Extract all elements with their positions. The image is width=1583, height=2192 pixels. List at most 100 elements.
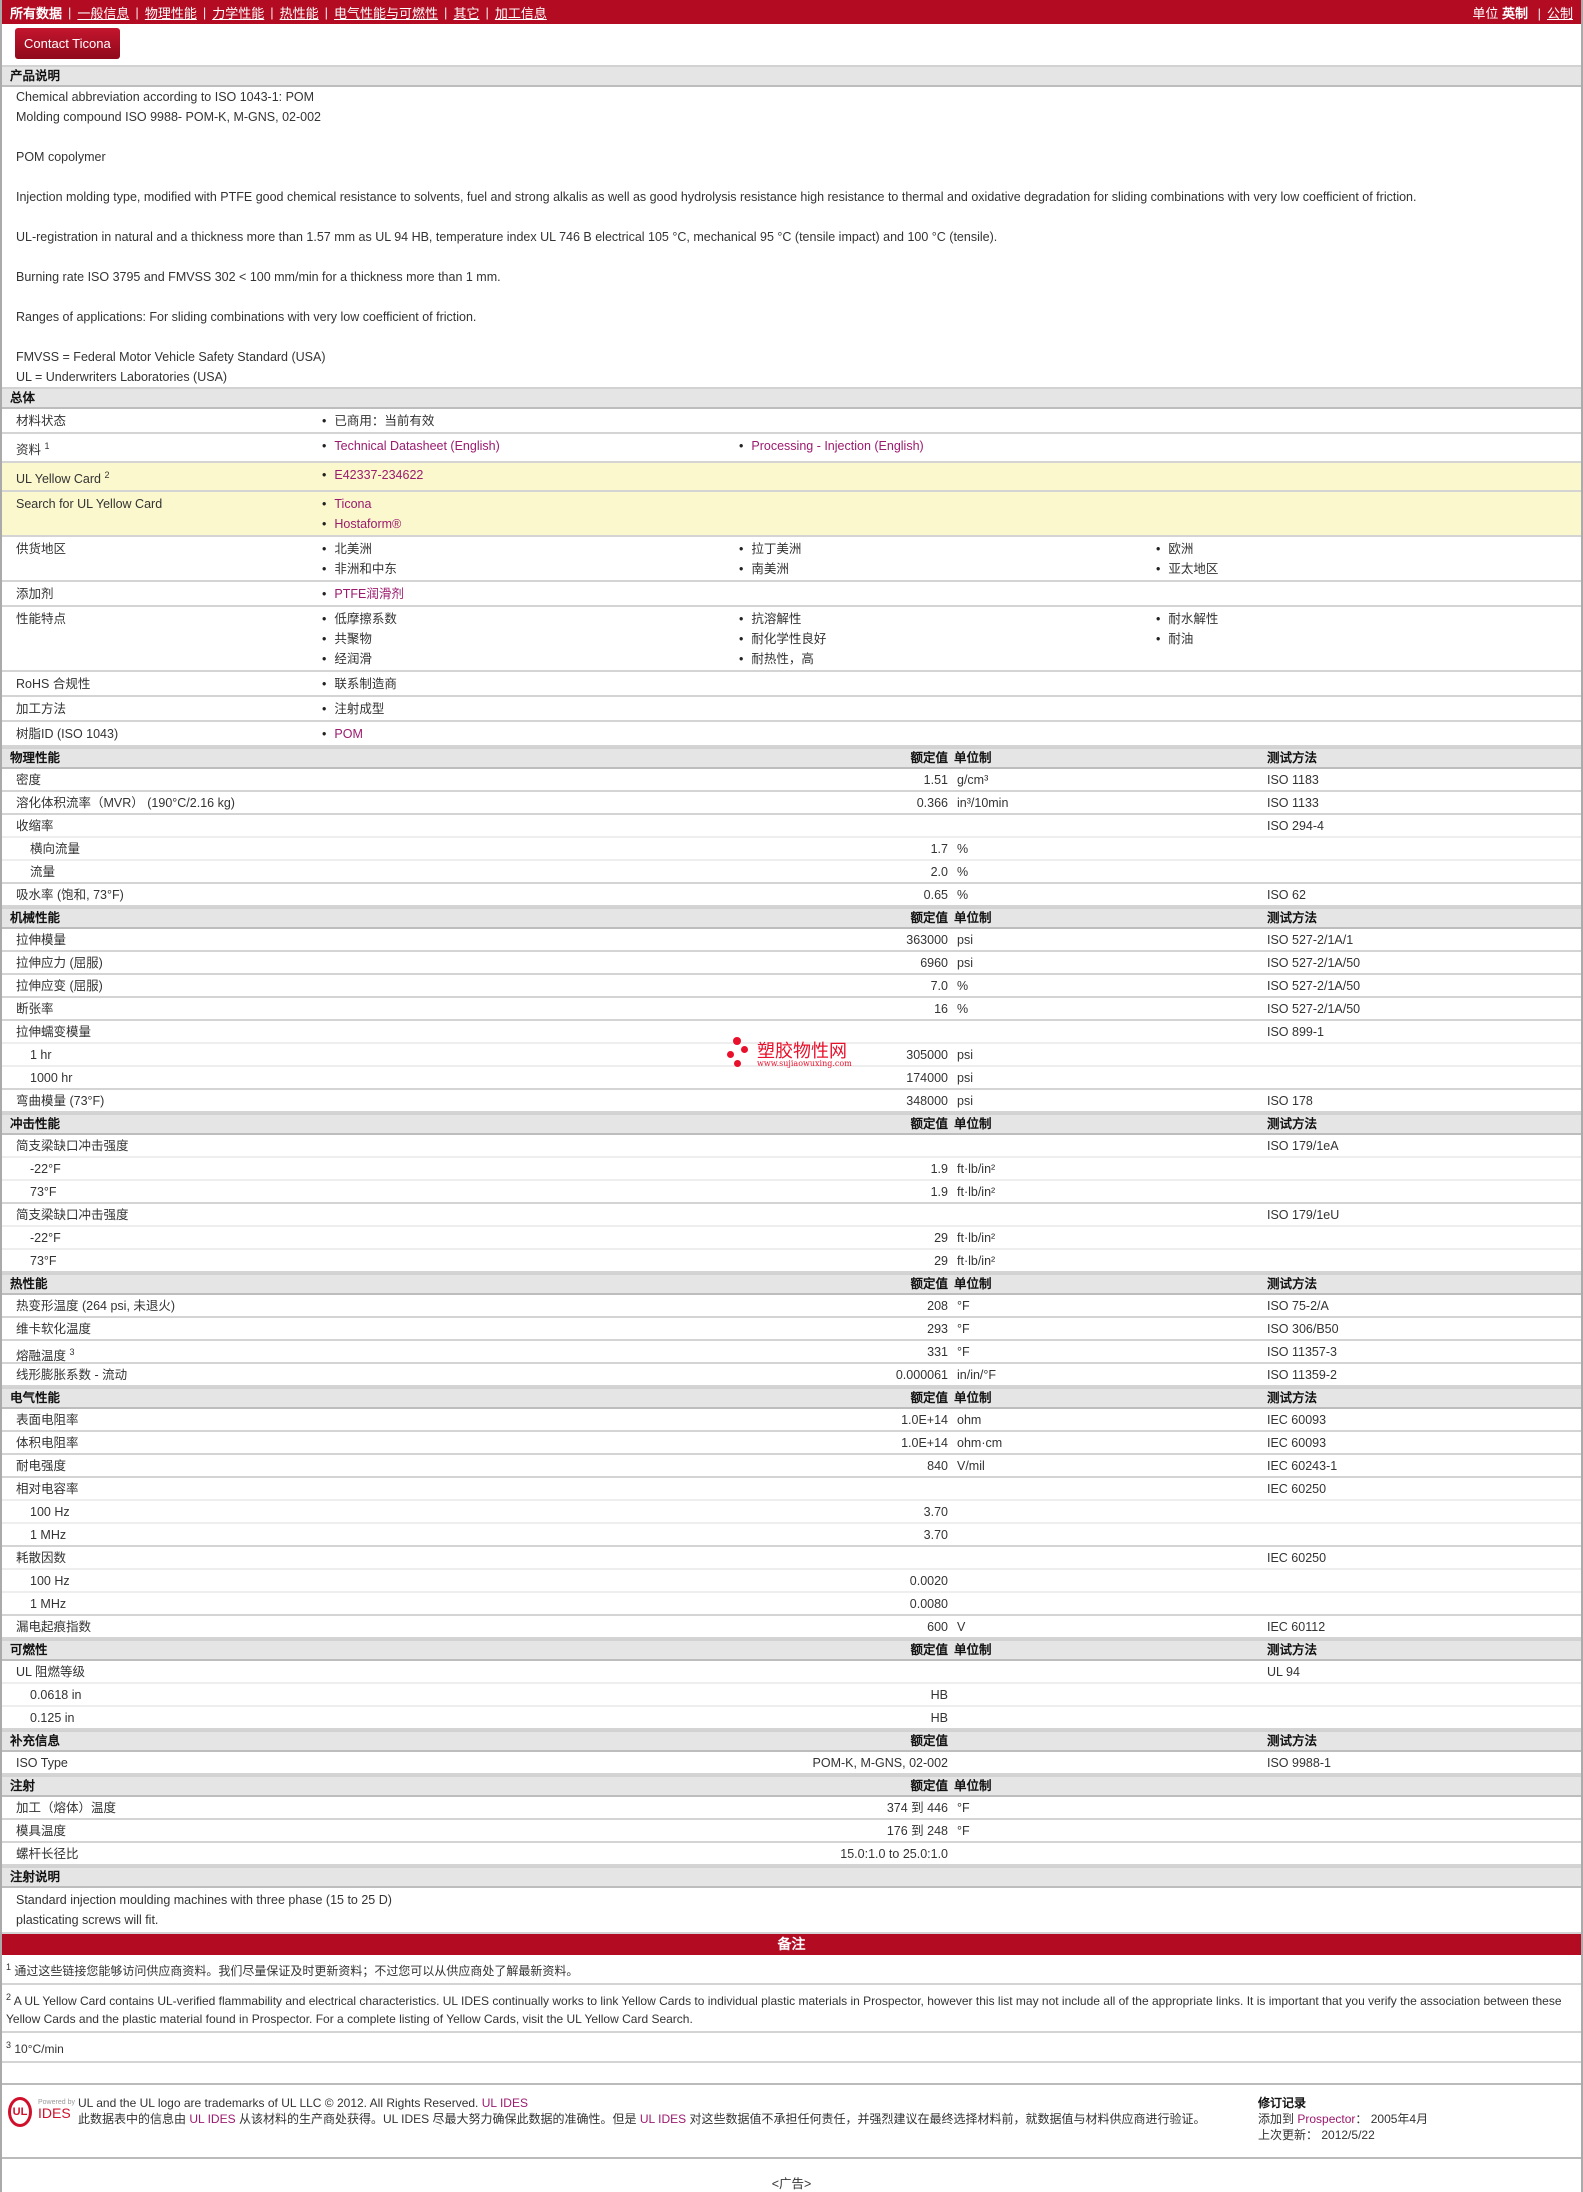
nav-tab[interactable]: 电气性能与可燃性	[334, 3, 438, 22]
nav-tab[interactable]: 加工信息	[495, 3, 547, 22]
property-unit: %	[957, 1002, 969, 1017]
table-row: 模具温度 176 到 248 °F	[2, 1820, 1581, 1844]
updated-label: 上次更新：	[1258, 2128, 1319, 2143]
ul-ides-link[interactable]: UL IDES	[640, 2112, 686, 2126]
label-text: 维卡软化温度	[16, 1322, 92, 1337]
list-item: 亚太地区	[1156, 559, 1573, 579]
property-label: 表面电阻率	[16, 1410, 79, 1430]
label-text: 供货地区	[16, 542, 67, 557]
nav-tab[interactable]: 其它	[453, 3, 479, 22]
list-item: 耐油	[1156, 629, 1573, 649]
list-item-link[interactable]: POM	[334, 727, 362, 741]
list-item: 已商用：当前有效	[322, 411, 739, 431]
general-column: 低摩擦系数共聚物经润滑	[322, 609, 739, 669]
footnote-ref[interactable]: 2	[105, 470, 110, 480]
general-row-label: 资料 1	[2, 436, 322, 460]
property-label: -22°F	[30, 1159, 61, 1179]
property-label: 溶化体积流率（MVR） (190°C/2.16 kg)	[16, 793, 235, 813]
contact-ticona-button[interactable]: Contact Ticona	[15, 28, 120, 59]
nav-tab[interactable]: 热性能	[280, 3, 319, 22]
property-unit: psi	[957, 933, 973, 948]
unit-english[interactable]: 英制	[1502, 6, 1528, 21]
list-item-link[interactable]: Hostaform®	[334, 517, 401, 531]
label-text: 材料状态	[16, 414, 67, 428]
property-label: -22°F	[30, 1228, 61, 1248]
description-line	[16, 167, 1567, 187]
table-row: 拉伸蠕变模量 ISO 899-1	[2, 1021, 1581, 1045]
property-unit: in/in/°F	[957, 1368, 997, 1383]
list-item: 非洲和中东	[322, 559, 739, 579]
label-text: 添加剂	[16, 587, 54, 602]
list-item: 联系制造商	[322, 674, 739, 694]
table-row: -22°F 29 ft·lb/in²	[2, 1227, 1581, 1251]
general-row-label: 树脂ID (ISO 1043)	[2, 724, 322, 744]
nav-tab[interactable]: 力学性能	[212, 3, 264, 22]
section-header-injection-notes: 注射说明	[2, 1866, 1581, 1889]
section-header-description: 产品说明	[2, 65, 1581, 87]
property-label: 73°F	[30, 1182, 57, 1202]
list-item-link[interactable]: Ticona	[334, 497, 371, 511]
ad-label[interactable]: <广告>	[2, 2159, 1581, 2192]
label-text: 螺杆长径比	[16, 1847, 79, 1862]
footnote-ref[interactable]: 3	[70, 1347, 75, 1357]
note-text: A UL Yellow Card contains UL-verified fl…	[6, 1994, 1562, 2027]
divider: |	[444, 4, 448, 20]
property-label: 横向流量	[30, 839, 80, 859]
property-label: 73°F	[30, 1251, 57, 1271]
list-item-link[interactable]: Technical Datasheet (English)	[334, 439, 499, 453]
general-row-label: UL Yellow Card 2	[2, 465, 322, 489]
ul-ides-link[interactable]: UL IDES	[189, 2112, 235, 2126]
label-text: 73°F	[30, 1185, 57, 1200]
list-item-text: 南美洲	[751, 562, 789, 577]
general-row: UL Yellow Card 2 E42337-234622	[2, 463, 1581, 493]
list-item-link[interactable]: Processing - Injection (English)	[751, 439, 923, 453]
list-item-text: 抗溶解性	[751, 612, 802, 627]
property-label: 拉伸蠕变模量	[16, 1022, 91, 1042]
test-method: ISO 294-4	[1267, 819, 1324, 834]
test-method: IEC 60093	[1267, 1436, 1327, 1451]
property-label: 体积电阻率	[16, 1433, 79, 1453]
test-method: ISO 178	[1267, 1094, 1313, 1109]
unit-metric-link[interactable]: 公制	[1547, 6, 1573, 21]
nav-tab[interactable]: 所有数据	[10, 3, 62, 22]
general-table: 材料状态 已商用：当前有效资料 1 Technical Datasheet (Eng…	[2, 409, 1581, 748]
footnote-number: 2	[6, 1992, 12, 2003]
nav-tab[interactable]: 物理性能	[145, 3, 197, 22]
list-item-text: 非洲和中东	[334, 562, 397, 577]
description-line: Ranges of applications: For sliding comb…	[16, 310, 477, 324]
prospector-link[interactable]: Prospector	[1297, 2112, 1355, 2126]
description-line: UL = Underwriters Laboratories (USA)	[16, 370, 228, 384]
general-row: 资料 1 Technical Datasheet (English) Process…	[2, 434, 1581, 464]
table-row: 收缩率 ISO 294-4	[2, 815, 1581, 839]
label-text: 横向流量	[30, 842, 81, 857]
property-unit: °F	[957, 1824, 970, 1839]
list-item: 耐热性，高	[739, 649, 1156, 669]
nav-tab[interactable]: 一般信息	[77, 3, 129, 22]
list-item: 南美洲	[739, 559, 1156, 579]
list-item-text: 耐热性，高	[751, 652, 814, 667]
divider: |	[68, 4, 72, 20]
general-row-label: Search for UL Yellow Card	[2, 494, 322, 534]
list-item-link[interactable]: E42337-234622	[334, 468, 423, 482]
property-value: 6960	[920, 956, 948, 971]
list-item-text: 拉丁美洲	[751, 542, 802, 557]
test-method: IEC 60243-1	[1267, 1459, 1338, 1474]
units-label: 单位	[1472, 5, 1499, 21]
table-row: 热变形温度 (264 psi, 未退火) 208 °F ISO 75-2/A	[2, 1295, 1581, 1319]
property-unit: V	[957, 1620, 966, 1635]
section-header: 补充信息 额定值 测试方法	[2, 1730, 1581, 1753]
label-text: 1 MHz	[30, 1528, 67, 1543]
revision-history: 修订记录 添加到 Prospector： 2005年4月 上次更新： 2012/…	[1258, 2095, 1428, 2143]
label-text: 模具温度	[16, 1824, 67, 1839]
list-item-link[interactable]: PTFE润滑剂	[334, 587, 403, 601]
table-row: 相对电容率 IEC 60250	[2, 1478, 1581, 1502]
table-row: 0.125 in HB	[2, 1707, 1581, 1731]
ul-ides-link[interactable]: UL IDES	[482, 2096, 528, 2110]
label-text: 相对电容率	[16, 1482, 79, 1497]
property-value: 16	[934, 1002, 948, 1017]
footnote-ref[interactable]: 1	[45, 441, 50, 451]
datasheet-page: 所有数据 | 一般信息 | 物理性能 | 力学性能 | 热性能 | 电气性能与可燃性 | 其它 | 加工信息…	[0, 0, 1583, 2192]
property-value: 1.0E+14	[901, 1413, 948, 1428]
general-row-label: 供货地区	[2, 539, 322, 579]
divider: |	[324, 4, 329, 20]
